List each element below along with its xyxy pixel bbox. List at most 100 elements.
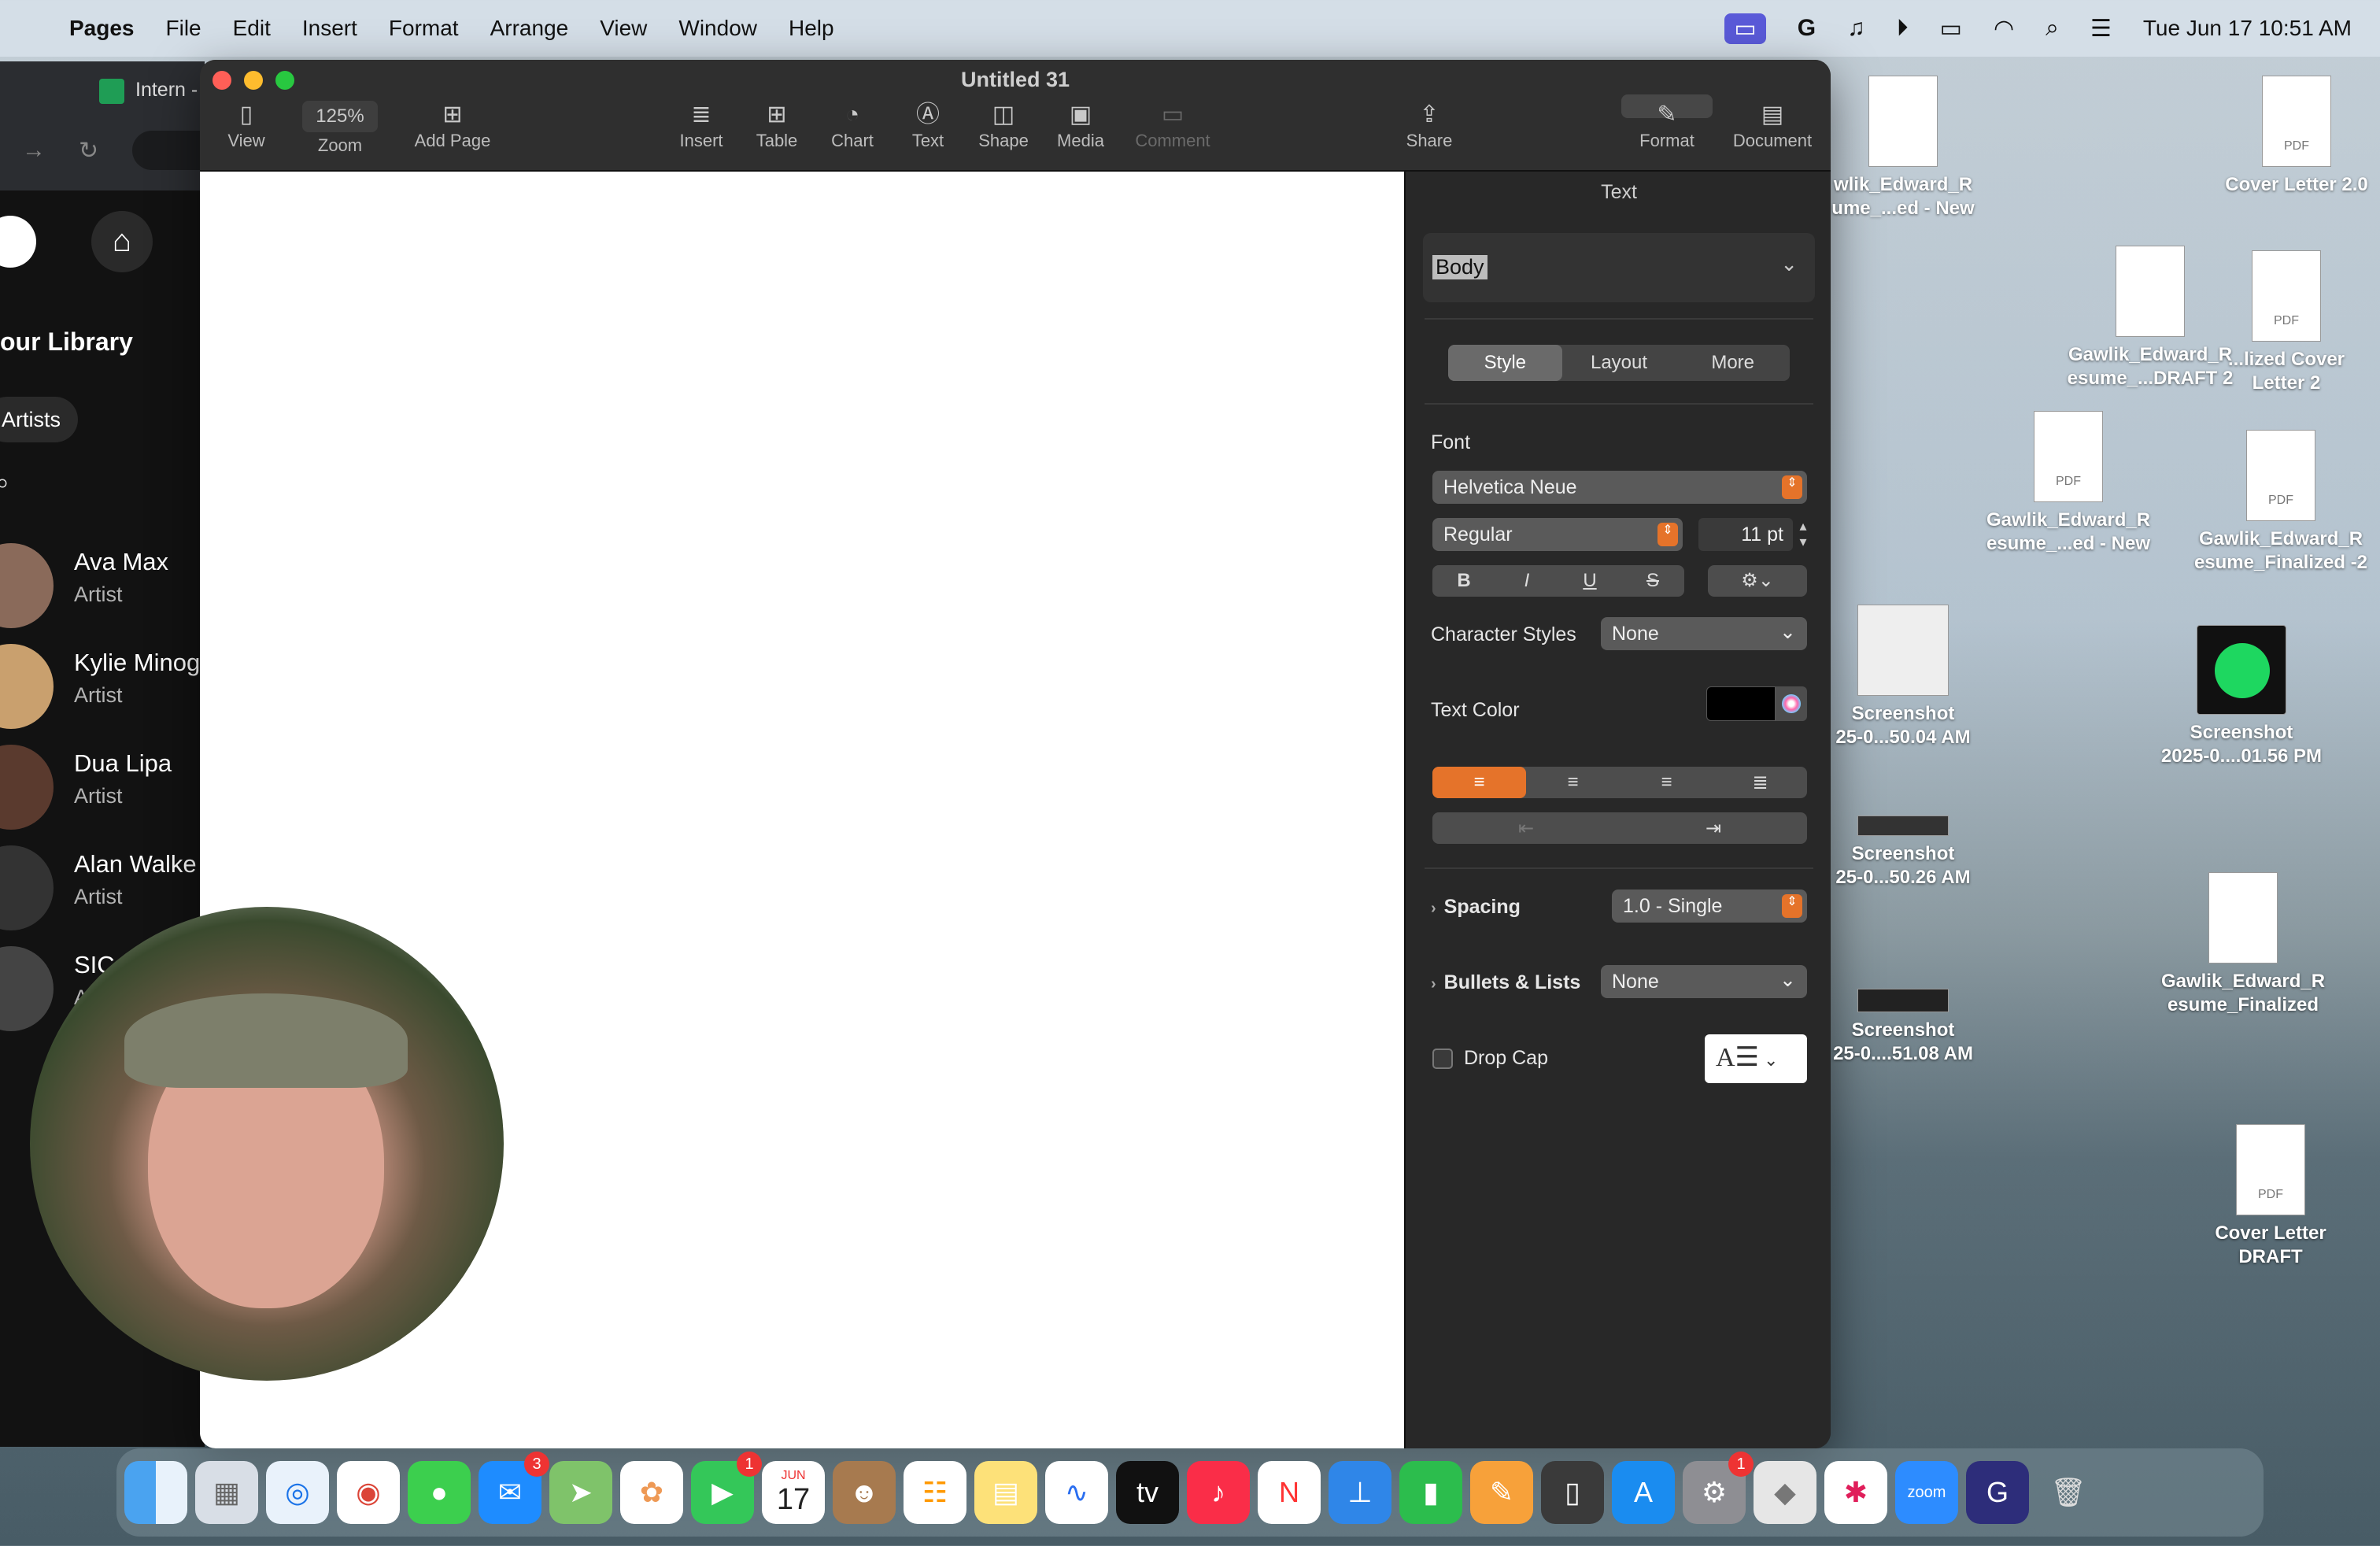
artist-row[interactable]: Dua Lipa Artist: [0, 738, 205, 830]
character-styles-select[interactable]: None ⌄: [1601, 617, 1807, 650]
address-bar[interactable]: [132, 131, 205, 170]
spacing-select[interactable]: 1.0 - Single ⇕: [1612, 890, 1807, 923]
desktop-screenshot[interactable]: Screenshot 2025-0....01.56 PM: [2149, 625, 2334, 768]
music-icon[interactable]: ♪: [1187, 1461, 1250, 1524]
desktop-file[interactable]: PDF Gawlik_Edward_R esume_Finalized -2: [2188, 430, 2374, 575]
justify-icon[interactable]: ≣: [1713, 767, 1807, 798]
bullets-lists-disclosure[interactable]: › Bullets & Lists: [1431, 971, 1580, 994]
font-size-field[interactable]: 11 pt: [1698, 518, 1793, 551]
wifi-icon[interactable]: ◠: [1994, 15, 2014, 43]
notes-icon[interactable]: ▤: [974, 1461, 1037, 1524]
reminders-icon[interactable]: ☷: [904, 1461, 966, 1524]
drop-cap-checkbox[interactable]: [1432, 1049, 1453, 1069]
browser-tab-title[interactable]: Intern -: [135, 79, 198, 102]
grammarly-dock-icon[interactable]: G: [1966, 1461, 2029, 1524]
share-button[interactable]: ⇪ Share: [1390, 99, 1469, 151]
desktop-file[interactable]: Gawlik_Edward_R esume_Finalized: [2149, 872, 2338, 1017]
add-page-button[interactable]: ⊞ Add Page: [401, 99, 504, 151]
finder-icon[interactable]: [124, 1461, 187, 1524]
airpods-icon[interactable]: ♫: [1847, 15, 1865, 42]
align-left-icon[interactable]: ≡: [1432, 767, 1526, 798]
menu-file[interactable]: File: [166, 16, 201, 41]
app-store-icon[interactable]: A: [1612, 1461, 1675, 1524]
drop-cap-style-select[interactable]: A☰ ⌄: [1705, 1034, 1807, 1083]
document-button[interactable]: ▤ Document: [1725, 99, 1820, 151]
tab-style[interactable]: Style: [1448, 345, 1562, 381]
bullets-lists-select[interactable]: None ⌄: [1601, 965, 1807, 998]
bold-button[interactable]: B: [1432, 565, 1495, 597]
font-weight-select[interactable]: Regular ⇕: [1432, 518, 1683, 551]
keynote-icon[interactable]: ⊥: [1329, 1461, 1391, 1524]
shape-button[interactable]: ◫ Shape: [968, 99, 1039, 151]
text-button[interactable]: Ⓐ Text: [893, 99, 963, 151]
pages-icon[interactable]: ✎: [1470, 1461, 1533, 1524]
menu-format[interactable]: Format: [389, 16, 459, 41]
menu-arrange[interactable]: Arrange: [490, 16, 569, 41]
slack-icon[interactable]: ✱: [1824, 1461, 1887, 1524]
spotlight-search-icon[interactable]: ⌕: [2046, 15, 2059, 42]
align-right-icon[interactable]: ≡: [1620, 767, 1713, 798]
system-settings-icon[interactable]: ⚙ 1: [1683, 1452, 1754, 1524]
messages-icon[interactable]: ●: [408, 1461, 471, 1524]
library-search-icon[interactable]: ⌕: [0, 468, 9, 497]
maps-icon[interactable]: ➤: [549, 1461, 612, 1524]
desktop-screenshot[interactable]: Screenshot 25-0....51.08 AM: [1831, 989, 1975, 1066]
tab-more[interactable]: More: [1676, 345, 1790, 381]
screen-share-icon[interactable]: ▭: [1724, 13, 1766, 44]
artist-row[interactable]: Alan Walke Artist: [0, 839, 205, 930]
mail-icon[interactable]: ✉ 3: [479, 1452, 549, 1524]
strikethrough-button[interactable]: S: [1621, 565, 1684, 597]
numbers-icon[interactable]: ▮: [1399, 1461, 1462, 1524]
reload-icon[interactable]: ↻: [79, 137, 98, 165]
spotify-logo-icon[interactable]: [0, 216, 36, 268]
align-center-icon[interactable]: ≡: [1526, 767, 1620, 798]
view-button[interactable]: ▯ View: [211, 99, 282, 151]
chart-button[interactable]: ◔ Chart: [817, 99, 888, 151]
battery-icon[interactable]: ▭: [1940, 15, 1962, 43]
table-button[interactable]: ⊞ Table: [741, 99, 812, 151]
text-color-label[interactable]: Text Color: [1431, 699, 1520, 722]
increase-indent-icon[interactable]: ⇥: [1620, 812, 1807, 844]
desktop-screenshot[interactable]: Screenshot 25-0...50.04 AM: [1831, 605, 1975, 749]
tab-layout[interactable]: Layout: [1562, 345, 1676, 381]
zoom-button[interactable]: 125% Zoom: [293, 99, 387, 156]
artist-row[interactable]: Ava Max Artist: [0, 537, 205, 628]
desktop-file[interactable]: PDF Cover Letter 2.0: [2210, 76, 2380, 197]
menu-edit[interactable]: Edit: [233, 16, 271, 41]
desktop-file[interactable]: PDF ...lized Cover Letter 2: [2204, 250, 2369, 395]
artists-filter-chip[interactable]: Artists: [0, 397, 79, 442]
menu-view[interactable]: View: [600, 16, 647, 41]
text-color-swatch[interactable]: [1706, 686, 1776, 721]
paragraph-style-select[interactable]: Body ⌄: [1423, 233, 1815, 302]
control-center-icon[interactable]: ☰: [2090, 15, 2112, 43]
italic-button[interactable]: I: [1495, 565, 1558, 597]
trash-icon[interactable]: 🗑: [2037, 1461, 2100, 1524]
play-icon[interactable]: ⏵: [1897, 15, 1909, 42]
contacts-icon[interactable]: ☻: [833, 1461, 896, 1524]
photos-icon[interactable]: ✿: [620, 1461, 683, 1524]
menu-app-name[interactable]: Pages: [69, 16, 135, 41]
desktop-screenshot[interactable]: Screenshot 25-0...50.26 AM: [1831, 816, 1975, 890]
iphone-mirroring-icon[interactable]: ▯: [1541, 1461, 1604, 1524]
home-icon[interactable]: ⌂: [91, 211, 153, 272]
roblox-icon[interactable]: ◆: [1754, 1461, 1816, 1524]
underline-button[interactable]: U: [1558, 565, 1621, 597]
zoom-select[interactable]: 125%: [302, 101, 378, 132]
safari-icon[interactable]: ◎: [266, 1461, 329, 1524]
facetime-icon[interactable]: ▶ 1: [691, 1452, 762, 1524]
font-family-select[interactable]: Helvetica Neue ⇕: [1432, 471, 1807, 504]
freeform-icon[interactable]: ∿: [1045, 1461, 1108, 1524]
format-button[interactable]: ✎ Format: [1621, 94, 1713, 150]
spacing-disclosure[interactable]: › Spacing: [1431, 896, 1521, 919]
desktop-file[interactable]: wlik_Edward_R ume_...ed - New: [1831, 76, 1975, 220]
document-title[interactable]: Untitled 31: [200, 68, 1831, 92]
menu-insert[interactable]: Insert: [302, 16, 357, 41]
launchpad-icon[interactable]: ▦: [195, 1461, 258, 1524]
chrome-icon[interactable]: ◉: [337, 1461, 400, 1524]
menu-window[interactable]: Window: [678, 16, 757, 41]
decrease-indent-icon[interactable]: ⇤: [1432, 812, 1620, 844]
grammarly-icon[interactable]: G: [1798, 15, 1816, 42]
calendar-icon[interactable]: JUN 17: [762, 1461, 825, 1524]
zoom-icon[interactable]: zoom: [1895, 1461, 1958, 1524]
advanced-options-gear-icon[interactable]: ⚙⌄: [1708, 565, 1807, 597]
